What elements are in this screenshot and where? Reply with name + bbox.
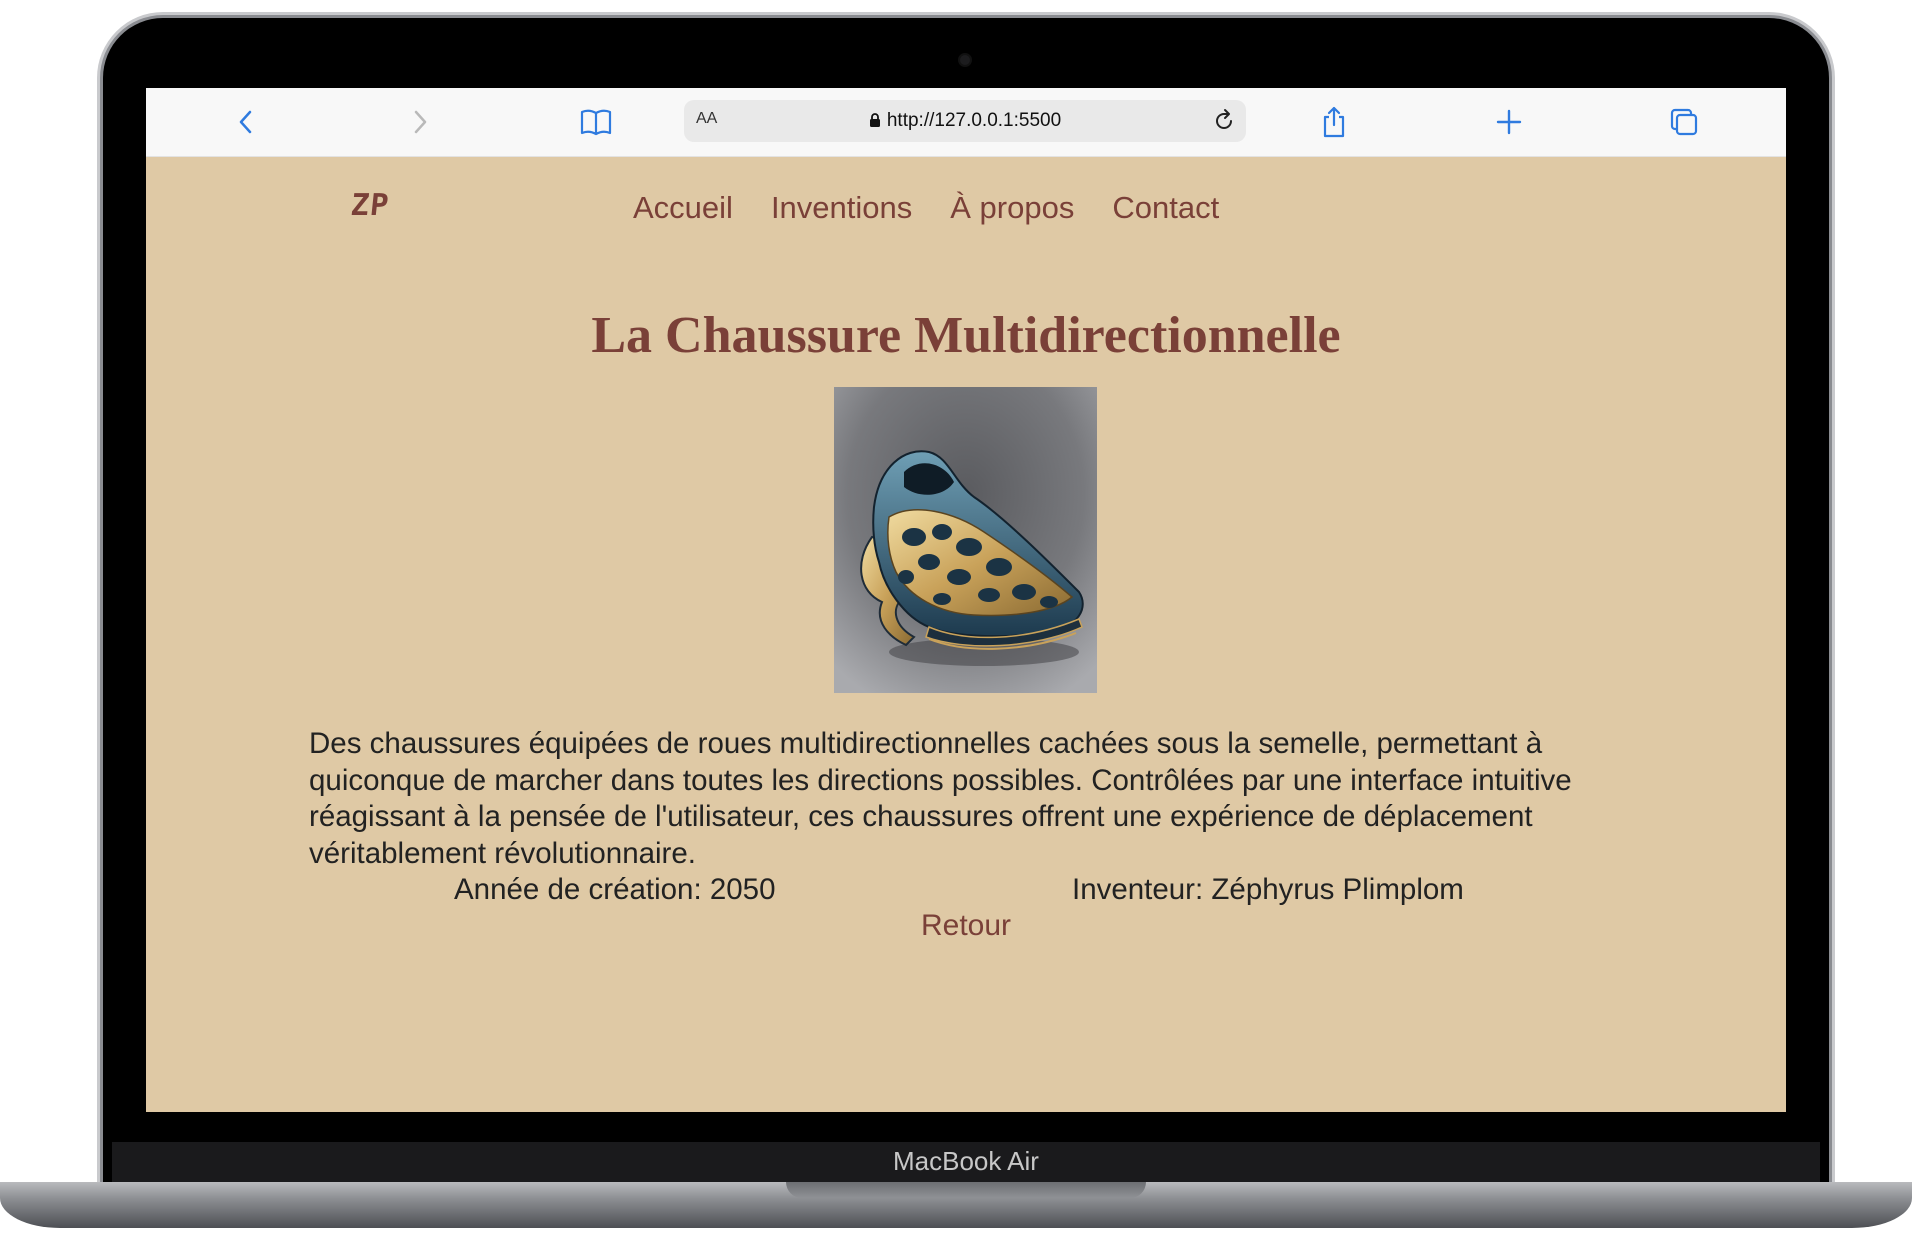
screen: AA http://127.0.0.1:5500 ZP Accueil Inve… [146, 88, 1786, 1112]
back-icon[interactable] [226, 102, 266, 142]
site-logo[interactable]: ZP [349, 188, 391, 223]
lid-notch [786, 1182, 1146, 1198]
tabs-icon[interactable] [1664, 102, 1704, 142]
share-icon[interactable] [1314, 102, 1354, 142]
invention-image [834, 387, 1097, 693]
back-link: Retour [146, 909, 1786, 943]
nav-item-a-propos[interactable]: À propos [950, 190, 1074, 226]
lock-icon [869, 113, 880, 127]
url-text: http://127.0.0.1:5500 [886, 110, 1062, 131]
main-nav: Accueil Inventions À propos Contact [633, 190, 1219, 226]
nav-item-inventions[interactable]: Inventions [771, 190, 912, 226]
forward-icon[interactable] [400, 102, 440, 142]
nav-item-contact[interactable]: Contact [1112, 190, 1219, 226]
new-tab-icon[interactable] [1489, 102, 1529, 142]
nav-item-accueil[interactable]: Accueil [633, 190, 733, 226]
model-label: MacBook Air [893, 1146, 1039, 1176]
bookmarks-icon[interactable] [576, 102, 616, 142]
invention-description: Des chaussures équipées de roues multidi… [309, 727, 1572, 870]
page-title: La Chaussure Multidirectionnelle [591, 307, 1341, 364]
address-bar[interactable]: AA http://127.0.0.1:5500 [684, 100, 1246, 142]
browser-toolbar: AA http://127.0.0.1:5500 [146, 88, 1786, 157]
url-field[interactable]: http://127.0.0.1:5500 [684, 110, 1246, 132]
camera-icon [960, 55, 970, 65]
creation-year: Année de création: 2050 [454, 873, 776, 906]
reload-icon[interactable] [1210, 107, 1238, 139]
inventor-name: Inventeur: Zéphyrus Plimplom [1072, 873, 1464, 906]
back-link-label[interactable]: Retour [921, 909, 1011, 942]
